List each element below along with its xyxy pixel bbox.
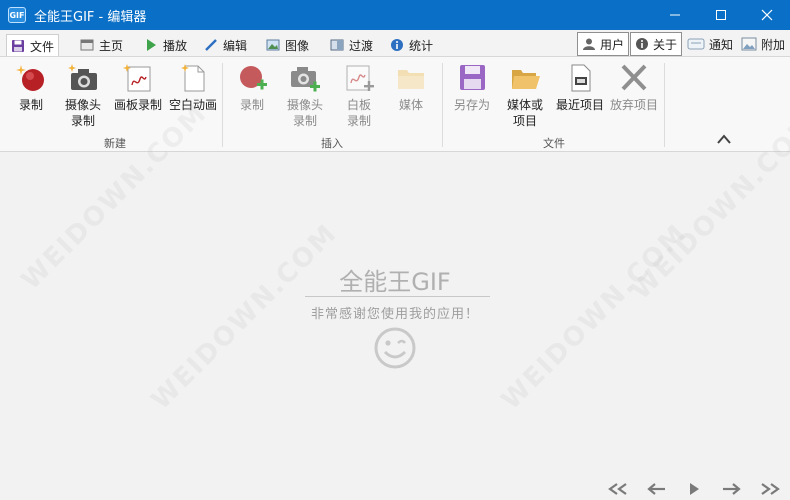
image-icon xyxy=(266,39,280,51)
ribbon-tabs: 文件 主页 播放 编辑 图像 过渡 统计 用户 关于 通知 附加 xyxy=(0,30,790,57)
maximize-button[interactable] xyxy=(698,0,744,30)
group-divider xyxy=(664,63,665,147)
about-button[interactable]: 关于 xyxy=(630,32,683,56)
play-preview-button[interactable] xyxy=(682,482,706,496)
tab-edit[interactable]: 编辑 xyxy=(200,34,251,56)
arrow-left-icon xyxy=(647,483,665,495)
recent-icon xyxy=(571,64,591,92)
attach-button[interactable]: 附加 xyxy=(737,32,789,56)
tab-label: 主页 xyxy=(99,38,124,53)
welcome-title: 全能王GIF xyxy=(339,268,451,296)
notify-button[interactable]: 通知 xyxy=(683,32,737,56)
group-label-file: 文件 xyxy=(543,137,565,150)
tab-label: 图像 xyxy=(285,38,310,53)
insert-record-button[interactable]: 录制 xyxy=(233,63,271,113)
title-bar: GIF 全能王GIF - 编辑器 xyxy=(0,0,790,30)
next-frame-button[interactable] xyxy=(720,482,744,496)
tab-label: 过渡 xyxy=(349,38,374,53)
group-label-insert: 插入 xyxy=(321,137,343,150)
group-divider xyxy=(222,63,223,147)
last-frame-button[interactable] xyxy=(758,482,782,496)
board-add-icon xyxy=(346,65,374,91)
camera-add-icon xyxy=(291,67,320,92)
editor-canvas: WEIDOWN.COM WEIDOWN.COM WEIDOWN.COM WEID… xyxy=(0,98,790,500)
new-board-record-button[interactable]: 画板录制 xyxy=(110,63,166,113)
tab-image[interactable]: 图像 xyxy=(262,34,313,56)
user-icon xyxy=(583,38,595,50)
window-title: 全能王GIF - 编辑器 xyxy=(34,9,147,25)
insert-media-button[interactable]: 媒体 xyxy=(394,63,428,113)
blank-page-icon xyxy=(181,64,205,92)
maximize-icon xyxy=(716,10,726,20)
about-label: 关于 xyxy=(653,37,678,52)
double-arrow-left-icon xyxy=(608,483,627,495)
previous-frame-button[interactable] xyxy=(644,482,668,496)
tab-label: 统计 xyxy=(409,38,434,53)
discard-icon xyxy=(621,64,647,91)
save-as-button[interactable]: 另存为 xyxy=(450,63,494,113)
tab-play[interactable]: 播放 xyxy=(140,34,191,56)
first-frame-button[interactable] xyxy=(606,482,630,496)
minimize-icon xyxy=(670,14,680,16)
user-label: 用户 xyxy=(600,37,625,52)
new-record-button[interactable]: 录制 xyxy=(12,63,50,113)
tab-transition[interactable]: 过渡 xyxy=(326,34,377,56)
discard-project-button[interactable]: 放弃项目 xyxy=(606,63,662,113)
notify-label: 通知 xyxy=(709,37,734,52)
wink-smiley-icon xyxy=(374,327,416,369)
transition-icon xyxy=(330,39,344,51)
tab-label: 播放 xyxy=(163,38,188,53)
tab-label: 编辑 xyxy=(223,38,248,53)
ribbon-panel: 录制 摄像头 录制 画板录制 空白动画 新建 录制 摄像头 录制 白板 录制 媒… xyxy=(0,56,790,152)
insert-board-record-button[interactable]: 白板 录制 xyxy=(340,63,378,129)
close-button[interactable] xyxy=(744,0,790,30)
home-icon xyxy=(80,39,94,51)
app-icon: GIF xyxy=(8,7,26,23)
new-webcam-record-button[interactable]: 摄像头 录制 xyxy=(60,63,106,129)
frame-navigation xyxy=(606,482,782,496)
arrow-right-icon xyxy=(723,483,741,495)
play-icon xyxy=(690,483,699,495)
board-icon xyxy=(123,64,151,92)
close-icon xyxy=(761,9,773,21)
pencil-icon xyxy=(205,39,217,51)
double-arrow-right-icon xyxy=(761,483,780,495)
attach-label: 附加 xyxy=(761,37,786,52)
play-icon xyxy=(147,39,156,51)
user-button[interactable]: 用户 xyxy=(577,32,630,56)
info-icon xyxy=(636,38,648,50)
welcome-divider xyxy=(305,296,490,297)
folder-icon xyxy=(398,70,424,89)
recent-projects-button[interactable]: 最近项目 xyxy=(552,63,608,113)
group-divider xyxy=(442,63,443,147)
tab-file[interactable]: 文件 xyxy=(6,34,60,57)
open-media-or-project-button[interactable]: 媒体或 项目 xyxy=(502,63,548,129)
camera-icon xyxy=(68,64,97,90)
insert-webcam-record-button[interactable]: 摄像头 录制 xyxy=(282,63,328,129)
tab-home[interactable]: 主页 xyxy=(76,34,127,56)
notification-icon xyxy=(687,38,705,50)
save-icon xyxy=(12,40,24,52)
minimize-button[interactable] xyxy=(652,0,698,30)
tab-label: 文件 xyxy=(30,39,55,54)
welcome-subtitle: 非常感谢您使用我的应用！ xyxy=(310,307,479,322)
collapse-ribbon-icon[interactable] xyxy=(716,133,732,145)
record-add-icon xyxy=(240,66,267,90)
info-icon xyxy=(391,39,403,51)
tab-statistics[interactable]: 统计 xyxy=(386,34,437,56)
attachment-icon xyxy=(741,37,757,51)
open-folder-icon xyxy=(512,70,540,89)
record-icon xyxy=(16,65,44,91)
save-as-icon xyxy=(460,65,485,90)
